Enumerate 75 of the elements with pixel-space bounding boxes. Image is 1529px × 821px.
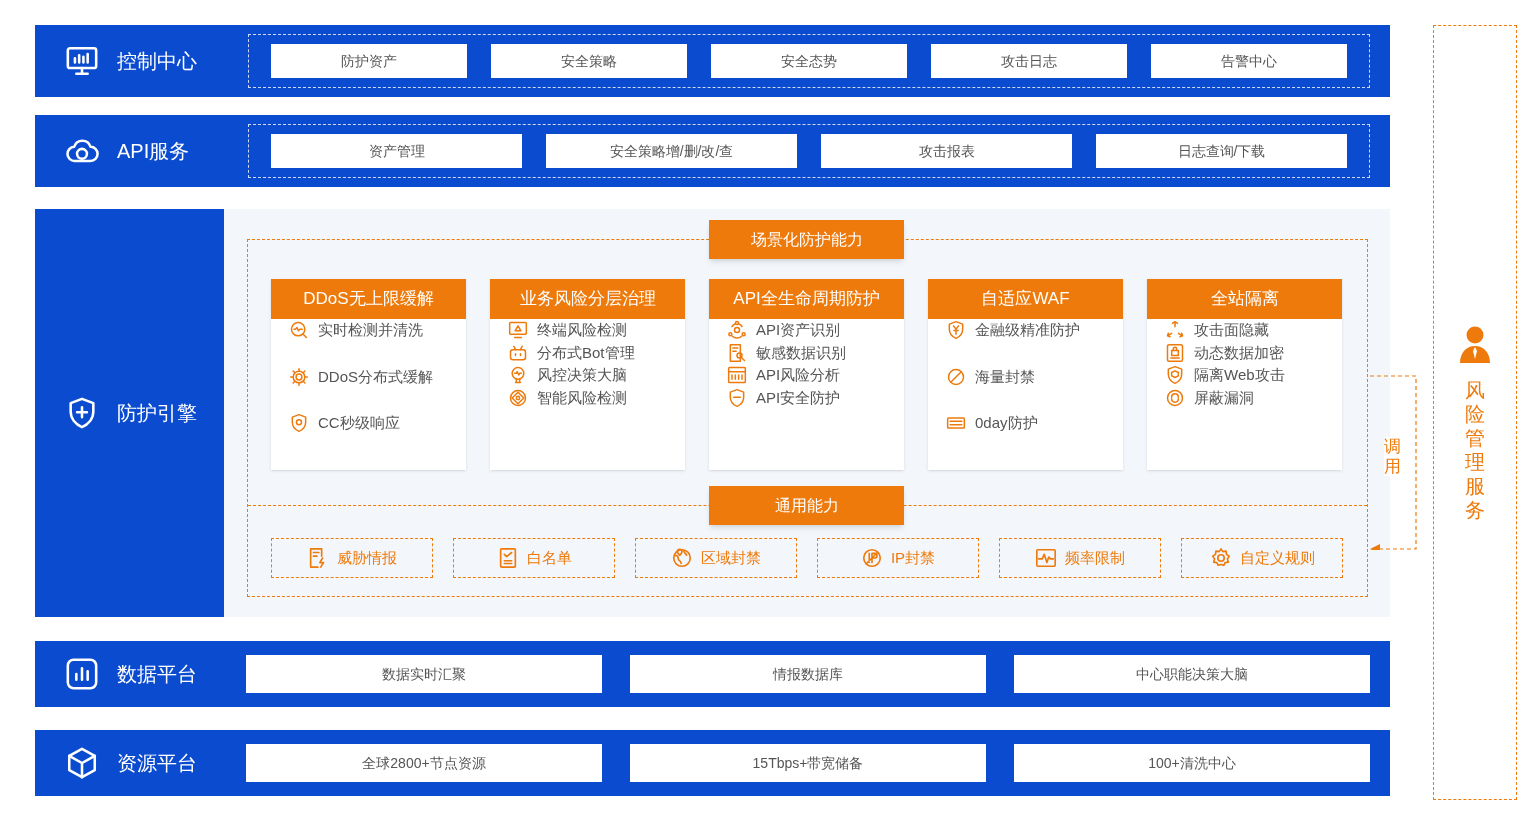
capability-item: DDoS分布式缓解 [318, 366, 433, 387]
feature-box: 日志查询/下载 [1096, 134, 1347, 168]
capability-item: 屏蔽漏洞 [1194, 387, 1254, 408]
feature-box: 中心职能决策大脑 [1014, 655, 1370, 693]
section-tag: 通用能力 [709, 486, 904, 525]
capability-label: IP封禁 [890, 547, 936, 568]
section-title: 资源平台 [117, 751, 197, 776]
lightbulb-icon [508, 365, 528, 386]
ban-icon [946, 366, 966, 387]
card-header: 业务风险分层治理 [490, 279, 685, 319]
shield-cube-icon [1165, 365, 1185, 386]
section-title: API服务 [117, 139, 190, 164]
capability-item: CC秒级响应 [318, 413, 400, 433]
section-title: 数据平台 [117, 662, 197, 687]
capability-item: 隔离Web攻击 [1194, 365, 1285, 385]
card-header: DDoS无上限缓解 [271, 279, 466, 319]
capability-label: 自定义规则 [1239, 547, 1315, 568]
monitor-chart-icon [65, 44, 99, 78]
shield-icon [289, 413, 309, 434]
feature-box: 100+清洗中心 [1014, 744, 1370, 782]
capability-item: 动态数据加密 [1194, 342, 1284, 363]
shield-icon [727, 387, 747, 408]
feature-box: 防护资产 [271, 44, 467, 78]
feature-box: 资产管理 [271, 134, 522, 168]
globe-pin-icon [671, 547, 693, 569]
call-label: 调用 [1384, 437, 1401, 477]
section-tag: 场景化防护能力 [709, 220, 904, 259]
pulse-icon [1035, 547, 1057, 569]
feature-box: 安全策略 [491, 44, 687, 78]
feature-box: 情报数据库 [630, 655, 986, 693]
feature-box: 全球2800+节点资源 [246, 744, 602, 782]
cube-icon [65, 746, 99, 780]
feature-box: 攻击日志 [931, 44, 1127, 78]
feature-box: 告警中心 [1151, 44, 1347, 78]
shield-yen-icon [946, 320, 966, 341]
capability-item: 终端风险检测 [537, 320, 627, 340]
document-search-icon [727, 342, 747, 363]
gear-icon [289, 366, 309, 387]
feature-box: 安全态势 [711, 44, 907, 78]
search-icon [289, 320, 309, 341]
feature-box: 安全策略增/删/改/查 [546, 134, 797, 168]
feature-box: 数据实时汇聚 [246, 655, 602, 693]
capability-item: 攻击面隐藏 [1194, 320, 1269, 340]
capability-item: 0day防护 [975, 413, 1038, 433]
window-icon [727, 365, 747, 386]
target-icon [508, 387, 528, 408]
card-header: 全站隔离 [1147, 279, 1342, 319]
capability-item: 风控决策大脑 [537, 365, 627, 385]
network-icon [727, 320, 747, 341]
capability-item: 实时检测并清洗 [318, 320, 423, 340]
capability-item: 海量封禁 [975, 366, 1035, 387]
lock-icon [1165, 342, 1185, 363]
capability-label: 白名单 [526, 547, 572, 568]
capability-label: 威胁情报 [337, 547, 397, 568]
capability-item: 智能风险检测 [537, 387, 627, 408]
bar-chart-icon [65, 657, 99, 691]
card-header: 自适应WAF [928, 279, 1123, 319]
section-title: 防护引擎 [117, 401, 197, 426]
card-header: API全生命周期防护 [709, 279, 904, 319]
section-title: 控制中心 [117, 49, 197, 74]
capability-item: 敏感数据识别 [756, 342, 846, 363]
capability-label: 区域封禁 [701, 547, 761, 568]
feature-box: 15Tbps+带宽储备 [630, 744, 986, 782]
capability-item: API风险分析 [756, 365, 841, 385]
ip-icon [860, 547, 883, 569]
gear-icon [1209, 547, 1232, 569]
capability-item: 金融级精准防护 [975, 320, 1080, 340]
capability-item: API安全防护 [756, 387, 841, 408]
capability-label: 频率限制 [1065, 547, 1125, 568]
person-icon [1459, 326, 1491, 364]
capability-item: API资产识别 [756, 320, 841, 340]
capability-item: 分布式Bot管理 [537, 342, 635, 363]
feature-box: 攻击报表 [821, 134, 1072, 168]
monitor-warning-icon [508, 320, 528, 341]
vertical-title: 风险管理服务 [1465, 378, 1485, 522]
